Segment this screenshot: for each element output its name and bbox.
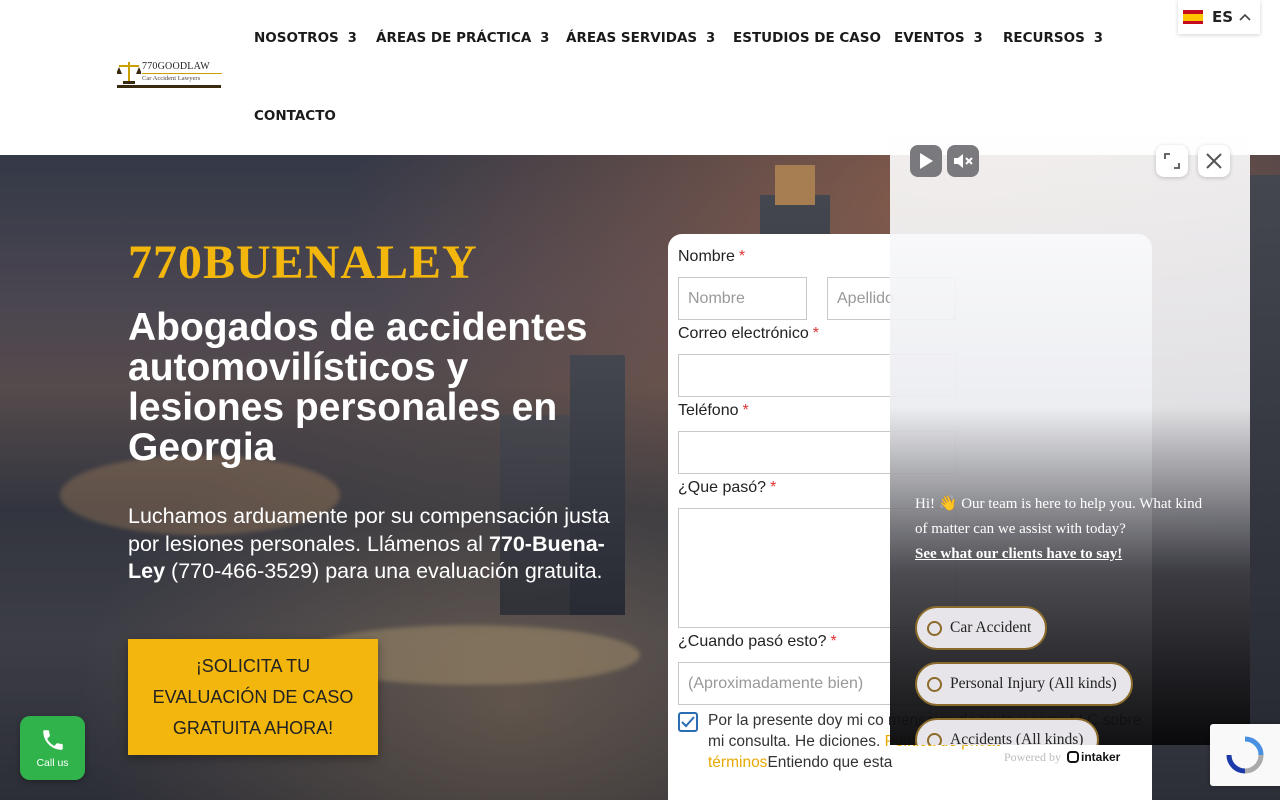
powered-by-badge[interactable]: Powered by intaker — [1000, 745, 1148, 769]
scales-of-justice-icon — [117, 62, 141, 84]
language-code: ES — [1212, 8, 1234, 26]
waving-hand-icon: 👋 — [938, 496, 958, 512]
chevron-down-icon: 3 — [540, 30, 550, 46]
nav-item-estudios-de-caso[interactable]: ESTUDIOS DE CASO — [733, 30, 881, 46]
intaker-logo-icon — [1067, 751, 1079, 763]
hero-lead-text-end: (770-466-3529) para una evaluación gratu… — [165, 559, 603, 583]
expand-icon — [1164, 153, 1180, 169]
close-icon — [1206, 153, 1222, 169]
play-icon — [920, 153, 933, 169]
chevron-down-icon: 3 — [706, 30, 716, 46]
what-happened-label: ¿Que pasó? * — [678, 479, 777, 496]
see-testimonials-link[interactable]: See what our clients have to say! — [915, 546, 1122, 562]
phone-icon — [42, 730, 63, 750]
call-us-label: Call us — [36, 757, 69, 769]
first-name-input[interactable]: Nombre — [678, 277, 807, 320]
check-icon — [681, 716, 695, 728]
logo-text: 770GOODLAW — [142, 61, 210, 72]
call-us-button[interactable]: Call us — [20, 716, 85, 780]
nav-item-areas-de-practica[interactable]: ÁREAS DE PRÁCTICA 3 — [376, 30, 549, 46]
nav-label: ÁREAS SERVIDAS — [566, 30, 698, 46]
close-chat-button[interactable] — [1198, 145, 1230, 177]
radio-icon — [927, 620, 942, 636]
spain-flag-icon — [1183, 10, 1203, 24]
hero-headline: Abogados de accidentes automovilísticos … — [128, 306, 588, 469]
option-personal-injury[interactable]: Personal Injury (All kinds) — [915, 662, 1133, 706]
expand-chat-button[interactable] — [1156, 145, 1188, 177]
free-case-evaluation-button[interactable]: ¡SOLICITA TU EVALUACIÓN DE CASO GRATUITA… — [128, 639, 378, 755]
nav-label: NOSOTROS — [254, 30, 339, 46]
nav-item-recursos[interactable]: RECURSOS 3 — [1003, 30, 1103, 46]
nav-item-eventos[interactable]: EVENTOS 3 — [894, 30, 983, 46]
site-logo[interactable]: 770GOODLAW Car Accident Lawyers — [117, 58, 223, 90]
nav-item-contacto[interactable]: CONTACTO — [254, 108, 336, 124]
chat-widget: Hi! 👋 Our team is here to help you. What… — [890, 130, 1250, 745]
play-video-button[interactable] — [910, 145, 942, 177]
nav-label: RECURSOS — [1003, 30, 1085, 46]
nav-label: CONTACTO — [254, 108, 336, 124]
logo-divider — [142, 73, 222, 74]
option-accidents[interactable]: Accidents (All kinds) — [915, 718, 1100, 745]
recaptcha-icon — [1226, 736, 1264, 774]
email-label: Correo electrónico * — [678, 325, 819, 342]
radio-icon — [927, 676, 942, 692]
nav-label: ESTUDIOS DE CASO — [733, 30, 881, 46]
chevron-down-icon: 3 — [1093, 30, 1103, 46]
phone-label: Teléfono * — [678, 402, 749, 419]
logo-bar — [117, 85, 221, 88]
radio-icon — [927, 732, 942, 745]
name-label: Nombre * — [678, 248, 746, 265]
nav-item-nosotros[interactable]: NOSOTROS 3 — [254, 30, 357, 46]
nav-label: ÁREAS DE PRÁCTICA — [376, 30, 532, 46]
option-car-accident[interactable]: Car Accident — [915, 606, 1048, 650]
language-switcher[interactable]: ES — [1178, 0, 1260, 34]
recaptcha-badge[interactable] — [1210, 724, 1280, 786]
muted-speaker-icon — [954, 154, 973, 168]
hero-lead: Luchamos arduamente por su compensación … — [128, 503, 628, 586]
chat-greeting: Hi! 👋 Our team is here to help you. What… — [915, 496, 1203, 562]
hero-brand: 770BUENALEY — [128, 236, 478, 289]
chevron-up-icon — [1239, 13, 1251, 21]
mute-button[interactable] — [947, 145, 979, 177]
logo-subtitle: Car Accident Lawyers — [142, 75, 201, 82]
chevron-down-icon: 3 — [973, 30, 983, 46]
when-label: ¿Cuando pasó esto? * — [678, 633, 837, 650]
consent-checkbox[interactable] — [678, 712, 698, 732]
nav-item-areas-servidas[interactable]: ÁREAS SERVIDAS 3 — [566, 30, 715, 46]
chevron-down-icon: 3 — [347, 30, 357, 46]
nav-label: EVENTOS — [894, 30, 965, 46]
